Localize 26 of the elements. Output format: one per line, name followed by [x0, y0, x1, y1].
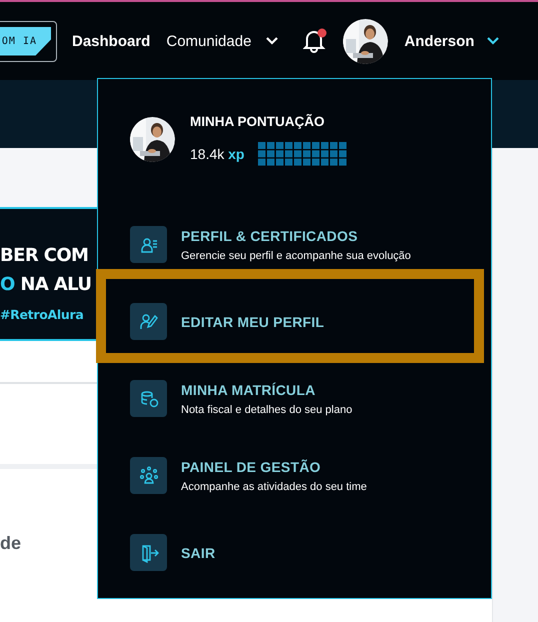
menu-item[interactable]: MINHA MATRÍCULA Nota fiscal e detalhes do seu plano	[98, 366, 491, 443]
menu-item[interactable]: PERFIL & CERTIFICADOS Gerencie seu perfil e acompanhe sua evolução	[98, 212, 491, 289]
banner-text: O NA ALU	[0, 273, 92, 297]
promo-banner[interactable]: BER COM O NA ALU #RetroAlura	[0, 207, 97, 341]
chevron-down-icon[interactable]	[486, 36, 500, 46]
banner-text: BER COM	[0, 244, 88, 268]
user-pencil-icon	[138, 312, 158, 332]
menu-item[interactable]: PAINEL DE GESTÃO Acompanhe as atividades do seu time	[98, 443, 491, 520]
xp-grid-icon	[258, 142, 348, 166]
score-title: MINHA PONTUAÇÃO	[190, 114, 326, 129]
menu-item-description: Acompanhe as atividades do seu time	[181, 480, 367, 492]
menu-item[interactable]: EDITAR MEU PERFIL	[98, 289, 491, 366]
menu-item-description: Gerencie seu perfil e acompanhe sua evolução	[181, 250, 411, 262]
nav-link[interactable]: Dashboard	[72, 32, 150, 50]
menu-item[interactable]: SAIR	[98, 520, 491, 597]
user-name[interactable]: Anderson	[404, 32, 474, 50]
section-heading: de	[0, 533, 22, 554]
nav-link[interactable]: Comunidade	[166, 32, 252, 50]
header-band	[492, 80, 538, 148]
menu-item-description: Nota fiscal e detalhes do seu plano	[181, 404, 352, 416]
xp-value: 18.4k xp	[190, 146, 244, 162]
coins-icon	[138, 388, 158, 408]
ai-button[interactable]: OM IA	[0, 20, 57, 62]
team-icon	[138, 466, 158, 486]
hashtag-text: #RetroAlura	[0, 307, 84, 322]
bell-icon[interactable]	[303, 28, 328, 54]
